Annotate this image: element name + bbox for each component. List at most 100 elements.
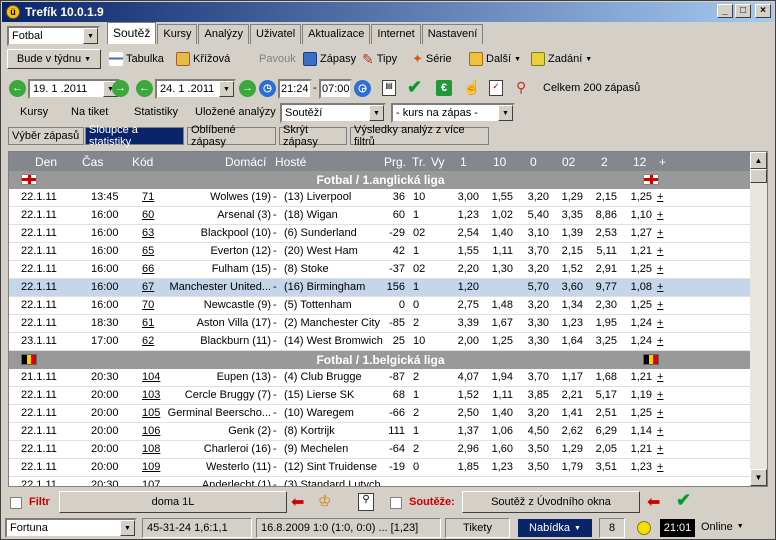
col-hoste[interactable]: Hosté	[275, 155, 306, 169]
tipy-button[interactable]: ✎ Tipy	[362, 49, 397, 69]
table-row[interactable]: 22.1.11 16:00 66 Fulham (15) (8) Stoke -37 02 2…	[9, 261, 752, 279]
subtab-vyber[interactable]: Výběr zápasů	[8, 127, 84, 145]
zapasy-button[interactable]: Zápasy	[303, 49, 356, 69]
time-from-input[interactable]: 21:24	[278, 79, 312, 99]
col-02[interactable]: 02	[562, 155, 575, 169]
subtab-oblibene[interactable]: Oblíbené zápasy	[187, 124, 276, 148]
table-row[interactable]: 22.1.11 16:00 70 Newcastle (9) (5) Tottenham…	[9, 297, 752, 315]
cell-kod[interactable]: 70	[142, 299, 154, 311]
cell-plus[interactable]: +	[657, 461, 663, 473]
col-cas[interactable]: Čas	[82, 155, 103, 169]
cell-plus[interactable]: +	[657, 191, 663, 203]
prev-date-icon[interactable]: ←	[9, 80, 26, 97]
date-to-input[interactable]: 24. 1 .2011 ▼	[155, 79, 236, 99]
chevron-down-icon[interactable]: ▼	[369, 105, 384, 121]
col-vy[interactable]: Vy	[431, 155, 445, 169]
table-row[interactable]: 22.1.11 20:30 107 Anderlecht (1) (3) Standar…	[9, 477, 752, 486]
search-icon[interactable]: ⚲	[516, 79, 526, 96]
col-1[interactable]: 1	[460, 155, 467, 169]
table-row[interactable]: 22.1.11 16:00 67 Manchester United... (16) B…	[9, 279, 752, 297]
cell-kod[interactable]: 61	[142, 317, 154, 329]
scroll-thumb[interactable]	[750, 169, 767, 183]
table-row[interactable]: 22.1.11 20:00 103 Cercle Bruggy (7) (15) Lie…	[9, 387, 752, 405]
cell-plus[interactable]: +	[657, 281, 663, 293]
range-dropdown[interactable]: Bude v týdnu ▼	[7, 49, 101, 69]
nabidka-dropdown[interactable]: Nabídka ▼	[518, 519, 592, 537]
dalsi-button[interactable]: Další ▼	[469, 49, 521, 69]
subtab-skryt[interactable]: Skrýt zápasy	[279, 124, 347, 148]
souteze-value-button[interactable]: Soutěž z Úvodního okna	[462, 491, 640, 513]
cell-kod[interactable]: 60	[142, 209, 154, 221]
vertical-scrollbar[interactable]: ▲ ▼	[750, 152, 767, 486]
excel-icon[interactable]: €	[436, 80, 452, 96]
close-button[interactable]: ×	[755, 4, 771, 18]
hand-icon[interactable]: ☝	[463, 79, 480, 96]
sport-select[interactable]: Fotbal ▼	[7, 26, 100, 46]
col-tr[interactable]: Tr.	[412, 155, 426, 169]
time-back-icon[interactable]: ◷	[259, 80, 276, 97]
krizova-button[interactable]: Křížová	[176, 49, 230, 69]
tab-nastaveni[interactable]: Nastavení	[421, 24, 484, 44]
cell-plus[interactable]: +	[657, 371, 663, 383]
col-10[interactable]: 10	[493, 155, 506, 169]
cell-plus[interactable]: +	[657, 317, 663, 329]
col-prg[interactable]: Prg.	[384, 155, 406, 169]
kursy-link[interactable]: Kursy	[20, 106, 48, 118]
cell-kod[interactable]: 107	[142, 479, 160, 486]
cell-plus[interactable]: +	[657, 425, 663, 437]
tabulka-button[interactable]: Tabulka	[109, 49, 164, 69]
col-domaci[interactable]: Domácí	[225, 155, 266, 169]
prev-date-icon[interactable]: ←	[136, 80, 153, 97]
subtab-sloupce[interactable]: Sloupce a statistiky	[85, 124, 184, 148]
tab-analyzy[interactable]: Analýzy	[198, 24, 250, 44]
bookmaker-select[interactable]: Fortuna ▼	[5, 518, 137, 538]
table-row[interactable]: 22.1.11 20:00 109 Westerlo (11) (12) Sint Tr…	[9, 459, 752, 477]
cell-plus[interactable]: +	[657, 407, 663, 419]
cell-kod[interactable]: 103	[142, 389, 160, 401]
cell-kod[interactable]: 66	[142, 263, 154, 275]
tab-kursy[interactable]: Kursy	[157, 24, 198, 44]
date-from-input[interactable]: 19. 1 .2011 ▼	[28, 79, 120, 99]
cell-kod[interactable]: 63	[142, 227, 154, 239]
cell-kod[interactable]: 62	[142, 335, 154, 347]
cell-kod[interactable]: 109	[142, 461, 160, 473]
next-date-icon[interactable]: →	[239, 80, 256, 97]
tab-aktualizace[interactable]: Aktualizace	[302, 24, 371, 44]
scroll-up-icon[interactable]: ▲	[750, 152, 767, 169]
statistiky-link[interactable]: Statistiky	[134, 106, 178, 118]
tab-internet[interactable]: Internet	[371, 24, 421, 44]
document-icon[interactable]: ▤	[382, 80, 396, 96]
chevron-down-icon[interactable]: ▼	[219, 81, 234, 97]
table-row[interactable]: 22.1.11 13:45 71 Wolwes (19) (13) Liverpool 3…	[9, 189, 752, 207]
cell-kod[interactable]: 108	[142, 443, 160, 455]
minimize-button[interactable]: _	[717, 4, 733, 18]
cell-plus[interactable]: +	[657, 209, 663, 221]
cell-plus[interactable]: +	[657, 443, 663, 455]
table-row[interactable]: 22.1.11 16:00 63 Blackpool (10) (6) Sunderla…	[9, 225, 752, 243]
table-row[interactable]: 22.1.11 16:00 60 Arsenal (3) (18) Wigan 60 1 1,…	[9, 207, 752, 225]
online-dropdown[interactable]: Online ▼	[701, 521, 744, 533]
cell-kod[interactable]: 67	[142, 281, 154, 293]
table-row[interactable]: 21.1.11 20:30 104 Eupen (13) (4) Club Brugge…	[9, 369, 752, 387]
zadani-button[interactable]: Zadání ▼	[531, 49, 592, 69]
chevron-down-icon[interactable]: ▼	[83, 28, 98, 44]
arrow-left-icon[interactable]: ⬅	[291, 492, 304, 512]
kurs-select[interactable]: - kurs na zápas - ▼	[391, 103, 515, 123]
col-0[interactable]: 0	[530, 155, 537, 169]
maximize-button[interactable]: □	[735, 4, 751, 18]
col-12[interactable]: 12	[633, 155, 646, 169]
next-date-icon[interactable]: →	[112, 80, 129, 97]
cell-plus[interactable]: +	[657, 335, 663, 347]
edit-document-icon[interactable]: ✓	[489, 80, 503, 96]
souteze-checkbox[interactable]	[390, 497, 402, 509]
tab-uzivatel[interactable]: Uživatel	[250, 24, 302, 44]
table-row[interactable]: 22.1.11 20:00 105 Germinal Beerscho... (10) …	[9, 405, 752, 423]
col-den[interactable]: Den	[35, 155, 57, 169]
table-row[interactable]: 22.1.11 20:00 106 Genk (2) (8) Kortrijk 111 1 1…	[9, 423, 752, 441]
tab-soutez[interactable]: Soutěž	[107, 22, 157, 44]
cell-kod[interactable]: 105	[142, 407, 160, 419]
cell-kod[interactable]: 106	[142, 425, 160, 437]
time-forward-icon[interactable]: ◶	[354, 80, 371, 97]
table-row[interactable]: 22.1.11 20:00 108 Charleroi (16) (9) Mechele…	[9, 441, 752, 459]
table-row[interactable]: 22.1.11 18:30 61 Aston Villa (17) (2) Manche…	[9, 315, 752, 333]
